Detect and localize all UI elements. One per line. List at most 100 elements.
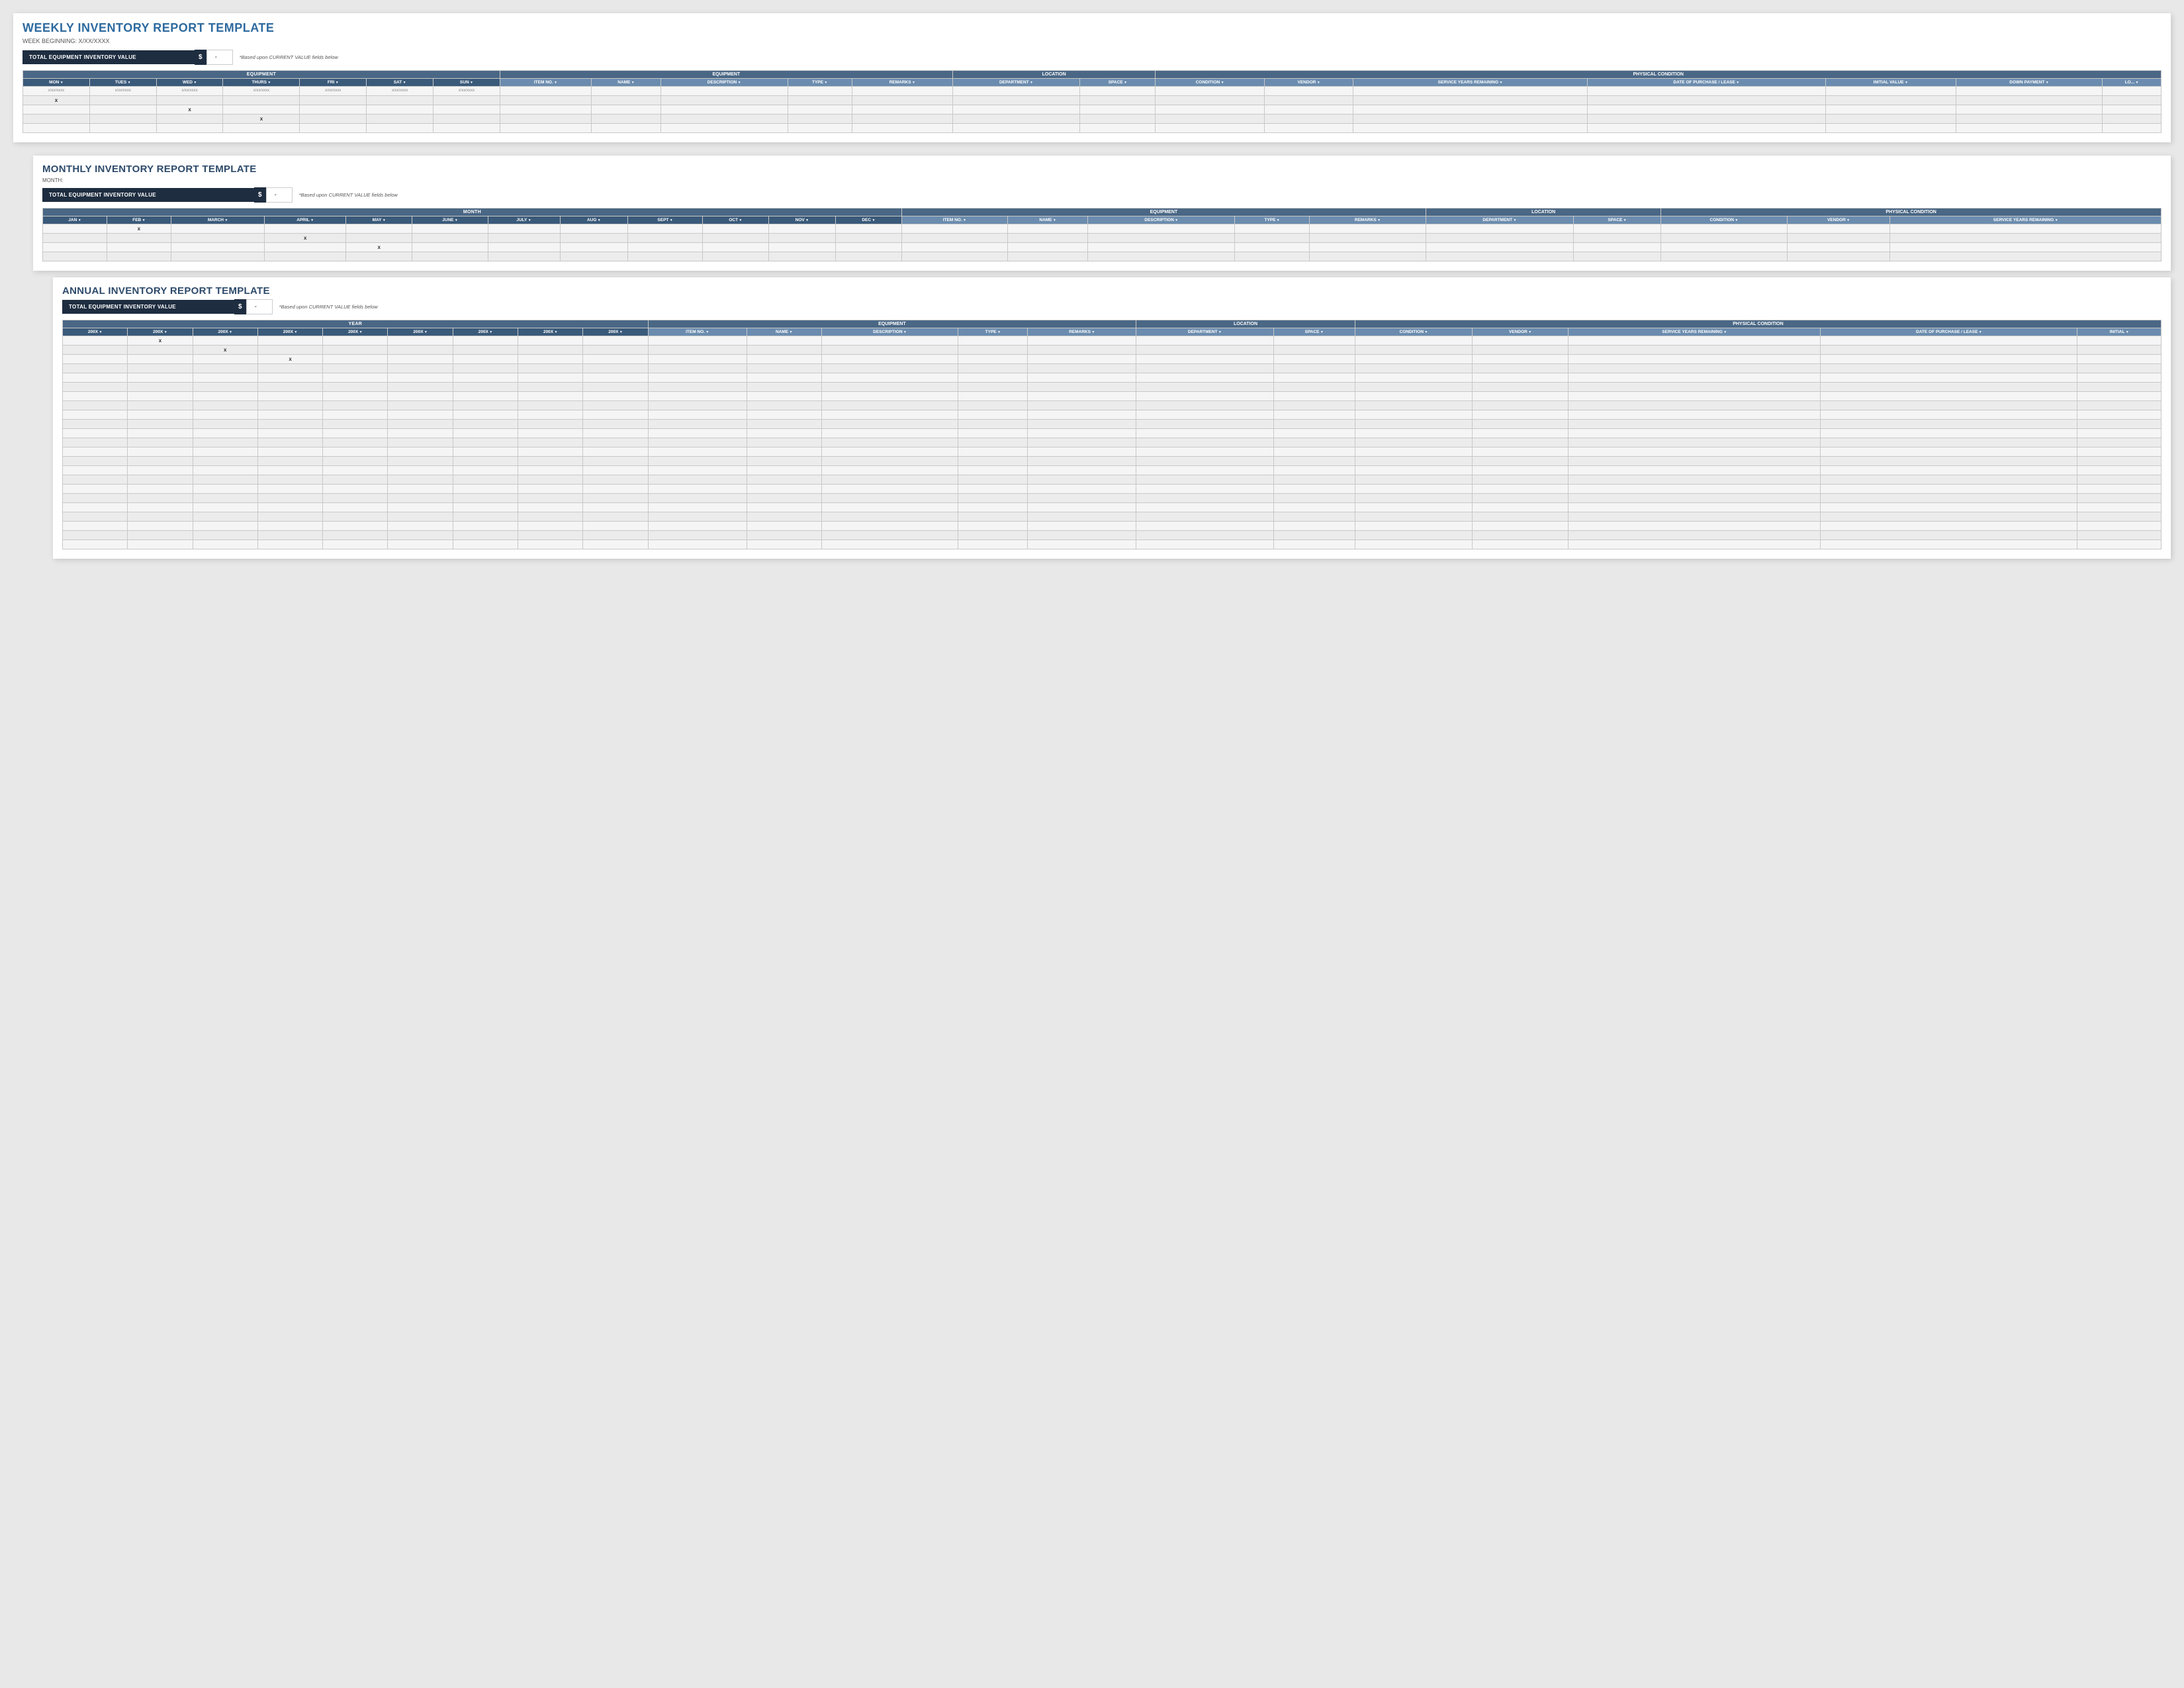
annual-empty-row-3 bbox=[63, 392, 2161, 401]
th-description[interactable]: DESCRIPTION bbox=[660, 79, 788, 87]
annual-empty-row-7 bbox=[63, 429, 2161, 438]
cell-x-3: x bbox=[223, 115, 300, 124]
th-year-9[interactable]: 200X bbox=[583, 328, 648, 336]
th-jan[interactable]: JAN bbox=[43, 216, 107, 224]
th-a-type[interactable]: TYPE bbox=[958, 328, 1028, 336]
weekly-location-header: LOCATION bbox=[952, 71, 1156, 79]
th-m-space[interactable]: SPACE bbox=[1573, 216, 1661, 224]
monthly-table: MONTH EQUIPMENT LOCATION PHYSICAL CONDIT… bbox=[42, 208, 2161, 261]
th-m-department[interactable]: DEPARTMENT bbox=[1426, 216, 1573, 224]
th-a-service-years[interactable]: SERVICE YEARS REMAINING bbox=[1569, 328, 1821, 336]
th-year-1[interactable]: 200X bbox=[63, 328, 128, 336]
th-vendor[interactable]: VENDOR bbox=[1264, 79, 1353, 87]
th-m-description[interactable]: DESCRIPTION bbox=[1088, 216, 1235, 224]
th-a-item-no[interactable]: ITEM NO. bbox=[648, 328, 747, 336]
th-m-service-years[interactable]: SERVICE YEARS REMAINING bbox=[1890, 216, 2161, 224]
cell-date-6: x/xx/xxxx bbox=[367, 87, 433, 96]
th-remarks[interactable]: REMARKS bbox=[852, 79, 952, 87]
th-m-item-no[interactable]: ITEM NO. bbox=[901, 216, 1007, 224]
th-may[interactable]: MAY bbox=[346, 216, 412, 224]
annual-data-row-2: x bbox=[63, 346, 2161, 355]
th-oct[interactable]: OCT bbox=[702, 216, 768, 224]
th-feb[interactable]: FEB bbox=[107, 216, 171, 224]
annual-empty-row-4 bbox=[63, 401, 2161, 410]
annual-empty-row-2 bbox=[63, 383, 2161, 392]
th-a-initial[interactable]: INITIAL bbox=[2077, 328, 2161, 336]
annual-empty-row-17 bbox=[63, 522, 2161, 531]
th-year-8[interactable]: 200X bbox=[518, 328, 583, 336]
th-down-payment[interactable]: DOWN PAYMENT bbox=[1956, 79, 2102, 87]
monthly-dollar: $ bbox=[254, 187, 266, 203]
annual-dollar: $ bbox=[234, 299, 246, 314]
th-thurs[interactable]: THURS bbox=[223, 79, 300, 87]
th-item-no[interactable]: ITEM NO. bbox=[500, 79, 591, 87]
th-date-purchase[interactable]: DATE OF PURCHASE / LEASE bbox=[1587, 79, 1825, 87]
th-tues[interactable]: TUES bbox=[89, 79, 156, 87]
cell-x-2: x bbox=[156, 105, 223, 115]
th-condition[interactable]: CONDITION bbox=[1156, 79, 1264, 87]
th-nov[interactable]: NOV bbox=[768, 216, 835, 224]
weekly-title: WEEKLY INVENTORY REPORT TEMPLATE bbox=[23, 21, 2161, 35]
th-year-4[interactable]: 200X bbox=[257, 328, 322, 336]
th-march[interactable]: MARCH bbox=[171, 216, 264, 224]
m-cell-x-2: x bbox=[265, 234, 346, 243]
weekly-total-label: TOTAL EQUIPMENT INVENTORY VALUE bbox=[23, 50, 195, 64]
th-a-condition[interactable]: CONDITION bbox=[1355, 328, 1472, 336]
th-a-date-purchase[interactable]: DATE OF PURCHASE / LEASE bbox=[1821, 328, 2077, 336]
th-type[interactable]: TYPE bbox=[788, 79, 852, 87]
monthly-period-header: MONTH bbox=[43, 209, 902, 216]
th-june[interactable]: JUNE bbox=[412, 216, 488, 224]
th-a-remarks[interactable]: REMARKS bbox=[1028, 328, 1136, 336]
th-july[interactable]: JULY bbox=[488, 216, 560, 224]
th-m-condition[interactable]: CONDITION bbox=[1661, 216, 1787, 224]
th-aug[interactable]: AUG bbox=[560, 216, 628, 224]
th-a-vendor[interactable]: VENDOR bbox=[1473, 328, 1569, 336]
monthly-total-row: TOTAL EQUIPMENT INVENTORY VALUE $ - *Bas… bbox=[42, 187, 2161, 203]
cell-date-2: x/xx/xxxx bbox=[89, 87, 156, 96]
th-service-years[interactable]: SERVICE YEARS REMAINING bbox=[1353, 79, 1587, 87]
annual-empty-row-13 bbox=[63, 485, 2161, 494]
th-fri[interactable]: FRI bbox=[300, 79, 367, 87]
th-a-description[interactable]: DESCRIPTION bbox=[821, 328, 958, 336]
monthly-physical-header: PHYSICAL CONDITION bbox=[1661, 209, 2161, 216]
th-a-department[interactable]: DEPARTMENT bbox=[1136, 328, 1274, 336]
th-name[interactable]: NAME bbox=[592, 79, 661, 87]
th-april[interactable]: APRIL bbox=[265, 216, 346, 224]
monthly-dash: - bbox=[266, 187, 293, 203]
weekly-data-row-4 bbox=[23, 124, 2161, 133]
th-lo[interactable]: LO... bbox=[2103, 79, 2161, 87]
weekly-dollar: $ bbox=[195, 50, 206, 65]
annual-title: ANNUAL INVENTORY REPORT TEMPLATE bbox=[62, 285, 2161, 297]
th-dec[interactable]: DEC bbox=[836, 216, 902, 224]
annual-empty-row-1 bbox=[63, 373, 2161, 383]
week-beginning: WEEK BEGINNING: X/XX/XXXX bbox=[23, 38, 2161, 44]
th-year-6[interactable]: 200X bbox=[388, 328, 453, 336]
annual-empty-row-5 bbox=[63, 410, 2161, 420]
cell-date-1: x/xx/xxxx bbox=[23, 87, 90, 96]
th-department[interactable]: DEPARTMENT bbox=[952, 79, 1079, 87]
th-a-space[interactable]: SPACE bbox=[1273, 328, 1355, 336]
th-sun[interactable]: SUN bbox=[433, 79, 500, 87]
annual-note: *Based upon CURRENT VALUE fields below bbox=[273, 304, 378, 310]
th-space[interactable]: SPACE bbox=[1080, 79, 1156, 87]
th-sept[interactable]: SEPT bbox=[628, 216, 703, 224]
annual-empty-row-14 bbox=[63, 494, 2161, 503]
annual-empty-row-0 bbox=[63, 364, 2161, 373]
annual-empty-row-6 bbox=[63, 420, 2161, 429]
cell-date-4: x/xx/xxxx bbox=[223, 87, 300, 96]
th-sat[interactable]: SAT bbox=[367, 79, 433, 87]
weekly-equipment-header: EQUIPMENT bbox=[500, 71, 952, 79]
th-year-5[interactable]: 200X bbox=[323, 328, 388, 336]
th-year-3[interactable]: 200X bbox=[193, 328, 257, 336]
th-m-remarks[interactable]: REMARKS bbox=[1309, 216, 1426, 224]
th-year-2[interactable]: 200X bbox=[128, 328, 193, 336]
th-wed[interactable]: WED bbox=[156, 79, 223, 87]
th-year-7[interactable]: 200X bbox=[453, 328, 518, 336]
th-initial-value[interactable]: INITIAL VALUE bbox=[1825, 79, 1956, 87]
th-m-name[interactable]: NAME bbox=[1007, 216, 1087, 224]
th-mon[interactable]: MON bbox=[23, 79, 90, 87]
th-a-name[interactable]: NAME bbox=[747, 328, 821, 336]
th-m-vendor[interactable]: VENDOR bbox=[1787, 216, 1890, 224]
a-cell-x-1: x bbox=[128, 336, 193, 346]
th-m-type[interactable]: TYPE bbox=[1235, 216, 1310, 224]
